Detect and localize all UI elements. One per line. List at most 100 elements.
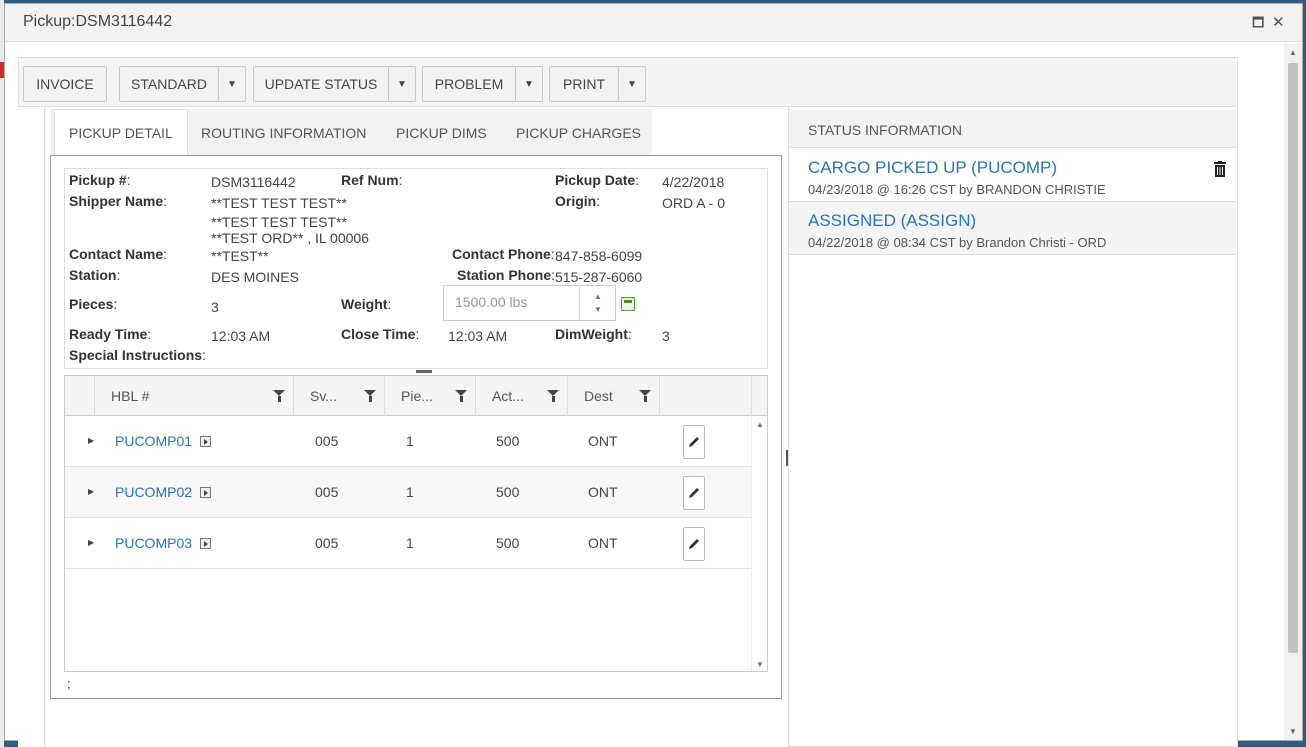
grid-scroll-up-icon[interactable]: ▲ [756, 420, 764, 429]
ready-time-value: 12:03 AM [211, 328, 271, 344]
status-title[interactable]: ASSIGNED (ASSIGN) [808, 211, 976, 231]
grid-header-svc[interactable]: Sv... [294, 376, 385, 416]
grid-header-actions [660, 376, 752, 416]
print-button[interactable]: PRINT [549, 66, 619, 102]
station-value: DES MOINES [211, 269, 299, 285]
grid-header-actual[interactable]: Act... [476, 376, 568, 416]
scroll-up-icon[interactable]: ▲ [1289, 48, 1297, 57]
expand-row-icon[interactable]: ▶ [88, 538, 94, 547]
station-phone-label: Station Phone: [457, 267, 556, 283]
calculator-icon[interactable] [621, 297, 635, 311]
edit-row-button[interactable] [683, 527, 705, 561]
status-item[interactable]: CARGO PICKED UP (PUCOMP) 04/23/2018 @ 16… [789, 149, 1237, 202]
actual-cell: 500 [496, 433, 520, 449]
ref-num-label: Ref Num: [341, 172, 403, 188]
pieces-cell: 1 [406, 535, 414, 551]
status-subtitle: 04/23/2018 @ 16:26 CST by BRANDON CHRIST… [808, 182, 1106, 197]
pieces-cell: 1 [406, 433, 414, 449]
grid-header-dest[interactable]: Dest [568, 376, 660, 416]
detail-arrow-icon[interactable] [200, 436, 211, 447]
close-time-value: 12:03 AM [448, 328, 508, 344]
svc-cell: 005 [315, 535, 339, 551]
weight-input[interactable]: 1500.00 lbs ▲ ▼ [443, 285, 616, 321]
detail-tabs: PICKUP DETAIL ROUTING INFORMATION PICKUP… [50, 109, 652, 156]
expand-row-icon[interactable]: ▶ [88, 487, 94, 496]
trash-icon[interactable] [1214, 161, 1226, 177]
tab-pickup-charges[interactable]: PICKUP CHARGES [516, 109, 641, 156]
detail-arrow-icon[interactable] [200, 487, 211, 498]
update-status-dropdown-button[interactable]: ▼ [388, 66, 416, 102]
table-row[interactable]: ▶ PUCOMP02 005 1 500 ONT [65, 467, 751, 518]
hbl-grid: HBL # Sv... Pie... Act... Dest ▶ PUCOMP0… [64, 375, 768, 672]
dialog-title: Pickup:DSM3116442 [23, 13, 173, 30]
pickup-num-label: Pickup #: [69, 172, 131, 188]
pieces-cell: 1 [406, 484, 414, 500]
special-instructions-label: Special Instructions: [69, 347, 206, 363]
footer-text: ; [67, 676, 71, 691]
standard-button[interactable]: STANDARD [119, 66, 219, 102]
contact-name-label: Contact Name: [69, 246, 168, 262]
filter-icon[interactable] [455, 390, 467, 402]
filter-icon[interactable] [273, 390, 285, 402]
edit-row-button[interactable] [683, 425, 705, 459]
origin-label: Origin: [555, 193, 601, 209]
contact-phone-label: Contact Phone: [452, 246, 555, 262]
scroll-down-icon[interactable]: ▼ [1289, 727, 1297, 736]
filter-icon[interactable] [364, 390, 376, 402]
problem-button[interactable]: PROBLEM [422, 66, 516, 102]
splitter-grip[interactable] [416, 370, 432, 373]
hbl-link[interactable]: PUCOMP03 [115, 535, 192, 551]
print-dropdown-button[interactable]: ▼ [618, 66, 646, 102]
pieces-label: Pieces: [69, 296, 118, 312]
form-grid-splitter[interactable] [64, 368, 768, 375]
svc-cell: 005 [315, 433, 339, 449]
table-row[interactable]: ▶ PUCOMP03 005 1 500 ONT [65, 518, 751, 569]
left-gutter [18, 107, 45, 747]
invoice-button[interactable]: INVOICE [23, 66, 107, 102]
hbl-link[interactable]: PUCOMP02 [115, 484, 192, 500]
hbl-link[interactable]: PUCOMP01 [115, 433, 192, 449]
table-row[interactable]: ▶ PUCOMP01 005 1 500 ONT [65, 416, 751, 467]
spin-up-icon[interactable]: ▲ [594, 292, 602, 301]
pickup-date-label: Pickup Date: [555, 172, 640, 188]
tab-pickup-dims[interactable]: PICKUP DIMS [396, 109, 487, 156]
standard-dropdown-button[interactable]: ▼ [218, 66, 246, 102]
ready-time-label: Ready Time: [69, 326, 152, 342]
grid-scroll-down-icon[interactable]: ▼ [756, 660, 764, 669]
scrollbar-thumb[interactable] [1288, 63, 1298, 653]
maximize-icon[interactable]: 🗖 [1252, 14, 1264, 32]
shipper-line-2: **TEST TEST TEST** [211, 214, 347, 230]
filter-icon[interactable] [639, 390, 651, 402]
weight-spinner[interactable]: ▲ ▼ [579, 286, 615, 320]
filter-icon[interactable] [547, 390, 559, 402]
detail-arrow-icon[interactable] [200, 538, 211, 549]
status-header-title: STATUS INFORMATION [808, 122, 962, 138]
shipper-line-3: **TEST ORD** , IL 00006 [211, 230, 369, 246]
close-time-label: Close Time: [341, 326, 420, 342]
status-item[interactable]: ASSIGNED (ASSIGN) 04/22/2018 @ 08:34 CST… [789, 202, 1237, 255]
close-icon[interactable]: ✕ [1272, 14, 1285, 32]
grid-header-expand [65, 376, 95, 416]
status-title[interactable]: CARGO PICKED UP (PUCOMP) [808, 158, 1057, 178]
dialog-titlebar[interactable]: Pickup:DSM3116442 🗖 ✕ [5, 4, 1302, 42]
tab-routing-information[interactable]: ROUTING INFORMATION [201, 109, 366, 156]
expand-row-icon[interactable]: ▶ [88, 436, 94, 445]
problem-dropdown-button[interactable]: ▼ [515, 66, 543, 102]
pickup-date-value: 4/22/2018 [662, 174, 725, 190]
dest-cell: ONT [588, 433, 618, 449]
weight-placeholder: 1500.00 lbs [455, 294, 528, 310]
svc-cell: 005 [315, 484, 339, 500]
spin-down-icon[interactable]: ▼ [594, 305, 602, 314]
edit-row-button[interactable] [683, 476, 705, 510]
grid-header-pieces[interactable]: Pie... [385, 376, 476, 416]
update-status-button[interactable]: UPDATE STATUS [253, 66, 389, 102]
dimweight-value: 3 [662, 328, 670, 344]
tab-pickup-detail[interactable]: PICKUP DETAIL [54, 109, 188, 156]
grid-header-hbl[interactable]: HBL # [95, 376, 294, 416]
dest-cell: ONT [588, 484, 618, 500]
dialog-scrollbar[interactable]: ▲ ▼ [1284, 43, 1302, 740]
status-subtitle: 04/22/2018 @ 08:34 CST by Brandon Christ… [808, 235, 1107, 250]
actual-cell: 500 [496, 535, 520, 551]
contact-phone-value: 847-858-6099 [555, 248, 643, 264]
grid-scrollbar[interactable]: ▲ ▼ [751, 416, 767, 671]
